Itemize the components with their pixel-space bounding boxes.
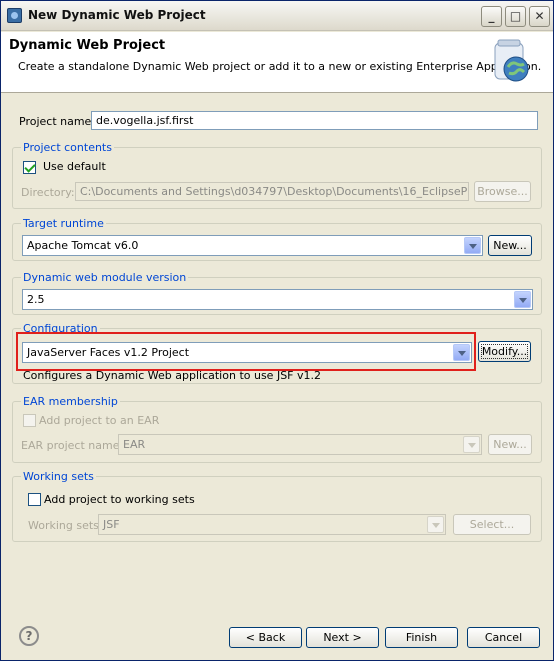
help-icon[interactable]: ? — [19, 626, 39, 646]
title-bar[interactable]: New Dynamic Web Project _ □ ✕ — [1, 1, 553, 31]
wizard-title: Dynamic Web Project — [9, 38, 166, 53]
directory-label: Directory: — [21, 186, 75, 199]
button-bar: ? < Back Next > Finish Cancel — [1, 614, 553, 660]
target-runtime-value: Apache Tomcat v6.0 — [27, 239, 139, 252]
ear-project-name-label: EAR project name: — [21, 439, 124, 452]
use-default-checkbox[interactable] — [23, 161, 36, 174]
project-contents-title: Project contents — [21, 141, 114, 154]
chevron-down-icon — [514, 291, 531, 308]
target-runtime-select[interactable]: Apache Tomcat v6.0 — [22, 235, 483, 256]
project-name-label: Project name: — [19, 115, 96, 128]
directory-input[interactable]: C:\Documents and Settings\d034797\Deskto… — [75, 182, 469, 201]
close-button[interactable]: ✕ — [529, 6, 550, 27]
new-ear-button[interactable]: New... — [488, 434, 532, 455]
maximize-button[interactable]: □ — [505, 6, 526, 27]
add-to-ear-label: Add project to an EAR — [39, 414, 160, 427]
module-version-select[interactable]: 2.5 — [22, 289, 533, 310]
add-to-working-sets-checkbox[interactable] — [28, 493, 41, 506]
chevron-down-icon — [464, 237, 481, 254]
eclipse-app-icon — [7, 8, 22, 23]
wizard-description: Create a standalone Dynamic Web project … — [18, 60, 542, 73]
working-sets-value: JSF — [103, 518, 120, 531]
browse-button[interactable]: Browse... — [474, 181, 531, 202]
window-title: New Dynamic Web Project — [28, 8, 206, 22]
wizard-banner: Dynamic Web Project Create a standalone … — [1, 32, 553, 93]
add-to-ear-checkbox[interactable] — [23, 414, 36, 427]
ear-membership-title: EAR membership — [21, 395, 120, 408]
working-sets-label: Working sets: — [28, 519, 103, 532]
ear-project-value: EAR — [123, 438, 146, 451]
back-button[interactable]: < Back — [229, 627, 302, 648]
red-highlight-box — [16, 332, 476, 371]
jar-globe-icon — [494, 39, 529, 82]
modify-button[interactable]: Modify... — [478, 341, 531, 362]
chevron-down-icon — [427, 516, 444, 533]
working-sets-select[interactable]: JSF — [98, 514, 446, 535]
select-working-sets-button[interactable]: Select... — [453, 514, 531, 535]
use-default-label: Use default — [43, 160, 106, 173]
new-runtime-button[interactable]: New... — [488, 235, 532, 256]
add-to-working-sets-label: Add project to working sets — [44, 493, 195, 506]
project-name-input[interactable]: de.vogella.jsf.first — [91, 111, 538, 130]
next-button[interactable]: Next > — [306, 627, 379, 648]
cancel-button[interactable]: Cancel — [467, 627, 540, 648]
target-runtime-title: Target runtime — [21, 217, 106, 230]
dialog-window: New Dynamic Web Project _ □ ✕ Dynamic We… — [0, 0, 554, 661]
chevron-down-icon — [463, 436, 480, 453]
ear-project-select[interactable]: EAR — [118, 434, 482, 455]
module-version-title: Dynamic web module version — [21, 271, 189, 284]
working-sets-title: Working sets — [21, 470, 96, 483]
minimize-button[interactable]: _ — [481, 6, 502, 27]
module-version-value: 2.5 — [27, 293, 45, 306]
finish-button[interactable]: Finish — [385, 627, 458, 648]
